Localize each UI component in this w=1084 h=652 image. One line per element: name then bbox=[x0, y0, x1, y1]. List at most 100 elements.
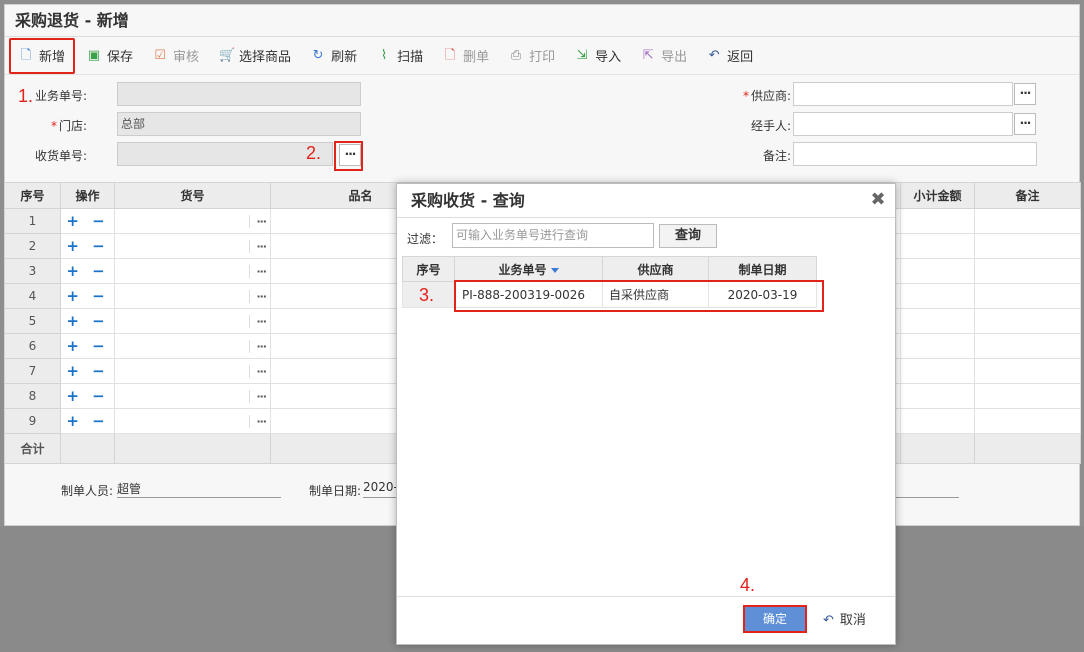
cancel-button[interactable]: ↶ 取消 bbox=[823, 609, 866, 628]
row-ops[interactable]: + − bbox=[60, 208, 115, 234]
row-ops[interactable]: + − bbox=[60, 383, 115, 409]
row-code-cell[interactable]: ··· bbox=[114, 258, 271, 284]
ok-button[interactable]: 确定 bbox=[743, 605, 807, 633]
row-code-cell[interactable]: ··· bbox=[114, 358, 271, 384]
biz-no-field[interactable] bbox=[117, 82, 361, 106]
row-subtotal-cell[interactable] bbox=[900, 283, 975, 309]
save-button[interactable]: ▣ 保存 bbox=[79, 43, 141, 69]
row-remark-cell[interactable] bbox=[974, 333, 1081, 359]
row-subtotal-cell[interactable] bbox=[900, 258, 975, 284]
back-arrow-icon: ↶ bbox=[823, 613, 834, 628]
row-number: 6 bbox=[4, 333, 61, 359]
row-code-cell[interactable]: ··· bbox=[114, 408, 271, 434]
supplier-label: * 供应商: bbox=[742, 89, 791, 103]
add-remove-icons[interactable]: + − bbox=[66, 362, 108, 380]
add-remove-icons[interactable]: + − bbox=[66, 312, 108, 330]
select-goods-button[interactable]: 🛒 选择商品 bbox=[211, 43, 299, 69]
code-lookup-button[interactable]: ··· bbox=[249, 265, 267, 278]
row-remark-cell[interactable] bbox=[974, 208, 1081, 234]
row-code-cell[interactable]: ··· bbox=[114, 233, 271, 259]
dialog-title: 采购收货 - 查询 bbox=[397, 184, 895, 218]
row-number: 8 bbox=[4, 383, 61, 409]
row-subtotal-cell[interactable] bbox=[900, 408, 975, 434]
row-subtotal-cell[interactable] bbox=[900, 383, 975, 409]
code-lookup-button[interactable]: ··· bbox=[249, 290, 267, 303]
print-button[interactable]: ⎙ 打印 bbox=[501, 43, 563, 69]
row-subtotal-cell[interactable] bbox=[900, 208, 975, 234]
delete-button[interactable]: 🗋 删单 bbox=[435, 43, 497, 69]
add-remove-icons[interactable]: + − bbox=[66, 337, 108, 355]
dialog-footer: 确定 ↶ 取消 bbox=[397, 596, 895, 644]
toolbar: 🗋 新增 ▣ 保存 ☑ 审核 🛒 选择商品 ↻ 刷新 ⌇ 扫描 🗋 删单 ⎙ 打… bbox=[5, 37, 1079, 75]
row-ops[interactable]: + − bbox=[60, 333, 115, 359]
row-ops[interactable]: + − bbox=[60, 233, 115, 259]
back-button[interactable]: ↶ 返回 bbox=[699, 43, 761, 69]
add-remove-icons[interactable]: + − bbox=[66, 212, 108, 230]
dlg-col-supplier: 供应商 bbox=[602, 256, 709, 282]
supplier-field[interactable] bbox=[793, 82, 1013, 106]
row-number: 9 bbox=[4, 408, 61, 434]
audit-button[interactable]: ☑ 审核 bbox=[145, 43, 207, 69]
code-lookup-button[interactable]: ··· bbox=[249, 215, 267, 228]
delete-doc-icon: 🗋 bbox=[444, 47, 456, 63]
row-remark-cell[interactable] bbox=[974, 258, 1081, 284]
add-remove-icons[interactable]: + − bbox=[66, 387, 108, 405]
row-subtotal-cell[interactable] bbox=[900, 233, 975, 259]
col-subtotal: 小计金额 bbox=[900, 182, 975, 209]
receipt-no-field[interactable] bbox=[117, 142, 333, 166]
code-lookup-button[interactable]: ··· bbox=[249, 415, 267, 428]
row-code-cell[interactable]: ··· bbox=[114, 383, 271, 409]
export-icon: ⇱ bbox=[642, 47, 654, 63]
row-remark-cell[interactable] bbox=[974, 408, 1081, 434]
row-ops[interactable]: + − bbox=[60, 408, 115, 434]
remark-field[interactable] bbox=[793, 142, 1037, 166]
row-remark-cell[interactable] bbox=[974, 233, 1081, 259]
row-ops[interactable]: + − bbox=[60, 358, 115, 384]
refresh-button[interactable]: ↻ 刷新 bbox=[303, 43, 365, 69]
filter-input[interactable]: 可输入业务单号进行查询 bbox=[452, 223, 654, 248]
code-lookup-button[interactable]: ··· bbox=[249, 340, 267, 353]
code-lookup-button[interactable]: ··· bbox=[249, 315, 267, 328]
query-button[interactable]: 查询 bbox=[659, 224, 717, 248]
row-subtotal-cell[interactable] bbox=[900, 333, 975, 359]
code-lookup-button[interactable]: ··· bbox=[249, 240, 267, 253]
row-remark-cell[interactable] bbox=[974, 308, 1081, 334]
row-code-cell[interactable]: ··· bbox=[114, 308, 271, 334]
row-remark-cell[interactable] bbox=[974, 283, 1081, 309]
handler-lookup-button[interactable]: ··· bbox=[1014, 113, 1036, 135]
add-remove-icons[interactable]: + − bbox=[66, 412, 108, 430]
row-ops[interactable]: + − bbox=[60, 258, 115, 284]
col-code: 货号 bbox=[114, 182, 271, 209]
close-icon[interactable]: ✖ bbox=[869, 190, 887, 210]
refresh-label: 刷新 bbox=[331, 50, 358, 65]
supplier-lookup-button[interactable]: ··· bbox=[1014, 83, 1036, 105]
col-op: 操作 bbox=[60, 182, 115, 209]
dlg-col-bizno[interactable]: 业务单号 bbox=[454, 256, 603, 282]
row-subtotal-cell[interactable] bbox=[900, 358, 975, 384]
row-ops[interactable]: + − bbox=[60, 283, 115, 309]
add-remove-icons[interactable]: + − bbox=[66, 237, 108, 255]
import-button[interactable]: ⇲ 导入 bbox=[567, 43, 629, 69]
creator-value: 超管 bbox=[117, 480, 281, 498]
handler-field[interactable] bbox=[793, 112, 1013, 136]
code-lookup-button[interactable]: ··· bbox=[249, 365, 267, 378]
filter-label: 过滤： bbox=[407, 232, 444, 246]
scan-button[interactable]: ⌇ 扫描 bbox=[369, 43, 431, 69]
row-remark-cell[interactable] bbox=[974, 383, 1081, 409]
row-subtotal-cell[interactable] bbox=[900, 308, 975, 334]
creator-label: 制单人员: bbox=[61, 484, 114, 498]
new-button[interactable]: 🗋 新增 bbox=[9, 37, 76, 74]
select-goods-label: 选择商品 bbox=[239, 50, 292, 65]
scan-icon: ⌇ bbox=[380, 47, 388, 63]
row-code-cell[interactable]: ··· bbox=[114, 333, 271, 359]
add-remove-icons[interactable]: + − bbox=[66, 262, 108, 280]
export-button[interactable]: ⇱ 导出 bbox=[633, 43, 695, 69]
receipt-no-label: 收货单号: bbox=[34, 149, 87, 163]
store-field[interactable]: 总部 bbox=[117, 112, 361, 136]
add-remove-icons[interactable]: + − bbox=[66, 287, 108, 305]
row-code-cell[interactable]: ··· bbox=[114, 283, 271, 309]
row-ops[interactable]: + − bbox=[60, 308, 115, 334]
row-remark-cell[interactable] bbox=[974, 358, 1081, 384]
row-code-cell[interactable]: ··· bbox=[114, 208, 271, 234]
code-lookup-button[interactable]: ··· bbox=[249, 390, 267, 403]
